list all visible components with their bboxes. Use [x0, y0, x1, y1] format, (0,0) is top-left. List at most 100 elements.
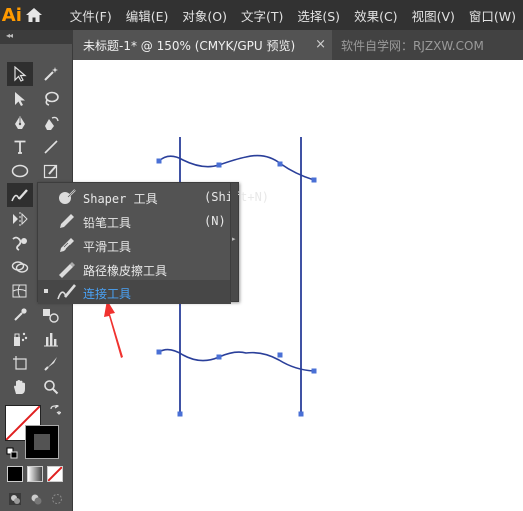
ellipse-tool[interactable]	[7, 159, 33, 183]
tab-active-title: 未标题-1* @ 150% (CMYK/GPU 预览)	[83, 38, 296, 53]
anchor-point	[216, 354, 222, 360]
pencil-tools-flyout: Shaper 工具 (Shift+N) 铅笔工具 (N) 平滑工具 路径橡皮擦工…	[37, 182, 269, 304]
lasso-icon	[45, 91, 59, 106]
blend-tool[interactable]	[38, 303, 64, 327]
menu-object[interactable]: 对象(O)	[175, 6, 234, 25]
selection-arrow-icon	[14, 66, 27, 82]
shaper-brush-tool[interactable]	[38, 159, 64, 183]
path-eraser-icon	[59, 262, 75, 278]
stroke-swatch-inner	[33, 433, 51, 451]
hand-tool[interactable]	[7, 375, 33, 399]
draw-normal-icon	[9, 493, 21, 505]
pencil-icon	[60, 214, 74, 228]
flyout-tearoff-handle[interactable]: ▸	[230, 183, 238, 301]
menu-type[interactable]: 文字(T)	[234, 6, 290, 25]
warp-icon	[12, 236, 27, 251]
hand-icon	[14, 380, 25, 394]
draw-behind-button[interactable]	[29, 492, 43, 509]
close-icon[interactable]: ×	[315, 37, 326, 52]
shaper-icon	[59, 189, 76, 204]
anchor-point	[177, 411, 183, 417]
mesh-icon	[12, 284, 27, 298]
join-icon	[57, 284, 76, 300]
slice-knife-icon	[44, 357, 57, 371]
anchor-point	[311, 368, 317, 374]
column-graph-icon	[44, 333, 58, 347]
anchor-point	[311, 177, 317, 183]
paintbrush-icon	[43, 164, 58, 179]
artboard-icon	[13, 356, 27, 370]
menu-view[interactable]: 视图(V)	[405, 6, 462, 25]
menu-file[interactable]: 文件(F)	[63, 6, 119, 25]
app-logo-text: Ai	[1, 4, 22, 26]
menu-bar: Ai 文件(F) 编辑(E) 对象(O) 文字(T) 选择(S) 效果(C) 视…	[0, 0, 523, 30]
menu-select[interactable]: 选择(S)	[290, 6, 347, 25]
bottom-wave-path	[158, 348, 315, 372]
top-wave-path	[158, 154, 315, 181]
symbol-sprayer-icon	[14, 332, 28, 346]
flyout-item-label: 铅笔工具	[83, 216, 132, 230]
color-mode-button[interactable]	[7, 466, 23, 482]
eyedropper-tool[interactable]	[7, 303, 33, 327]
magic-wand-icon	[44, 67, 58, 81]
gradient-mode-button[interactable]	[27, 466, 43, 482]
flyout-item-join[interactable]: 连接工具	[38, 280, 231, 304]
curvature-tool[interactable]	[38, 111, 64, 135]
anchor-point	[277, 161, 283, 167]
column-graph-tool[interactable]	[38, 327, 64, 351]
draw-normal-button[interactable]	[8, 492, 22, 509]
draw-behind-icon	[31, 494, 42, 505]
flyout-item-label: 平滑工具	[83, 240, 132, 254]
stroke-swatch[interactable]	[25, 425, 59, 459]
line-segment-tool[interactable]	[38, 135, 64, 159]
selection-tool[interactable]	[7, 62, 33, 86]
selected-bullet-icon	[44, 289, 48, 293]
reflect-tool[interactable]	[7, 207, 33, 231]
lasso-tool[interactable]	[38, 87, 64, 111]
pen-tool[interactable]	[7, 111, 33, 135]
direct-selection-icon	[15, 92, 25, 106]
tab-inactive-title: 软件自学网：RJZXW.COM	[341, 38, 484, 53]
flyout-item-shaper[interactable]: Shaper 工具 (Shift+N)	[38, 185, 269, 209]
flyout-item-pencil[interactable]: 铅笔工具 (N)	[38, 209, 231, 233]
annotation-arrow	[104, 300, 123, 358]
draw-inside-icon	[52, 494, 62, 504]
symbol-sprayer-tool[interactable]	[7, 327, 33, 351]
smooth-icon	[60, 238, 74, 252]
anchor-point	[156, 158, 162, 164]
draw-inside-button[interactable]	[50, 492, 64, 509]
collapse-icon[interactable]: ◂◂	[6, 31, 13, 40]
tab-inactive-document[interactable]: 软件自学网：RJZXW.COM	[341, 30, 484, 60]
direct-selection-tool[interactable]	[7, 87, 33, 111]
magic-wand-tool[interactable]	[38, 62, 64, 86]
pen-nib-icon	[15, 116, 25, 129]
curvature-pen-icon	[45, 116, 59, 130]
zoom-tool[interactable]	[38, 375, 64, 399]
artboard-tool[interactable]	[7, 351, 33, 375]
mesh-tool[interactable]	[7, 279, 33, 303]
swap-fill-stroke-button[interactable]	[49, 403, 62, 420]
menu-window[interactable]: 窗口(W)	[462, 6, 523, 25]
none-slash-icon	[48, 467, 62, 481]
flyout-item-label: Shaper 工具	[83, 192, 158, 206]
warp-tool[interactable]	[7, 231, 33, 255]
flyout-item-smooth[interactable]: 平滑工具	[38, 233, 231, 257]
anchor-point	[298, 411, 304, 417]
app-logo[interactable]: Ai	[0, 0, 24, 30]
slice-tool[interactable]	[38, 351, 64, 375]
home-button[interactable]	[24, 0, 45, 30]
menu-effect[interactable]: 效果(C)	[347, 6, 404, 25]
type-tool[interactable]	[7, 135, 33, 159]
join-tool-group[interactable]	[7, 183, 33, 207]
tab-active-document[interactable]: 未标题-1* @ 150% (CMYK/GPU 预览) ×	[73, 30, 332, 60]
menu-edit[interactable]: 编辑(E)	[119, 6, 176, 25]
shape-builder-icon	[11, 261, 29, 273]
anchor-point	[216, 162, 222, 168]
line-segment-icon	[44, 140, 58, 154]
default-colors-button[interactable]	[6, 447, 18, 462]
shape-builder-tool[interactable]	[7, 255, 33, 279]
toolbar-header: ◂◂	[0, 30, 73, 44]
join-tool-icon	[11, 189, 28, 202]
none-mode-button[interactable]	[47, 466, 63, 482]
flyout-item-path-eraser[interactable]: 路径橡皮擦工具	[38, 257, 231, 281]
